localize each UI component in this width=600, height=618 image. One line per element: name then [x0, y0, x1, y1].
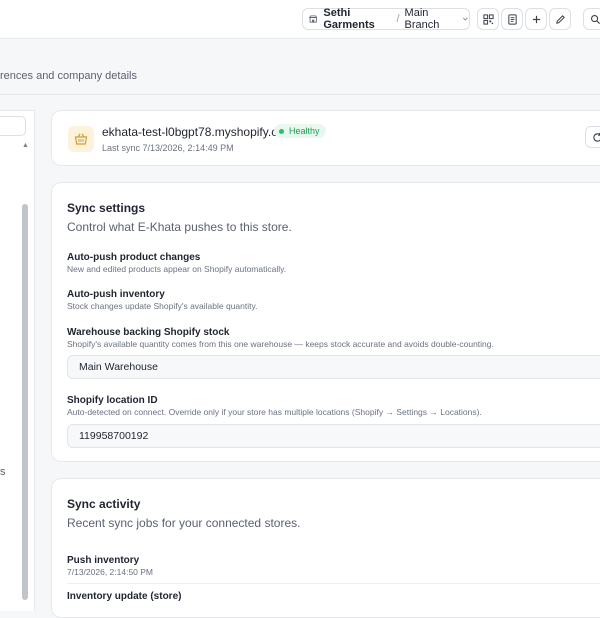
chevron-down-icon — [462, 15, 469, 23]
sync-settings-title: Sync settings — [67, 201, 145, 215]
sync-activity-description: Recent sync jobs for your connected stor… — [67, 516, 300, 530]
store-logo — [68, 126, 94, 152]
sync-settings-description: Control what E-Khata pushes to this stor… — [67, 220, 292, 234]
auto-push-inventory-help: Stock changes update Shopify's available… — [67, 301, 257, 311]
sync-settings-card: Sync settings Control what E-Khata pushe… — [51, 182, 600, 462]
store-domain: ekhata-test-l0bgpt78.myshopify.com — [102, 125, 294, 139]
invoice-button[interactable] — [501, 8, 523, 30]
activity-item-time: 7/13/2026, 2:14:50 PM — [67, 567, 153, 577]
auto-push-products-help: New and edited products appear on Shopif… — [67, 264, 286, 274]
scrollbar-thumb[interactable] — [22, 204, 28, 600]
add-button[interactable] — [525, 8, 547, 30]
company-name: Sethi Garments — [323, 7, 391, 31]
top-bar: Sethi Garments / Main Branch — [0, 0, 600, 39]
shopping-basket-icon — [74, 132, 88, 146]
activity-item-title: Inventory update (store) — [67, 591, 181, 602]
location-id-help: Auto-detected on connect. Override only … — [67, 407, 482, 417]
branch-switcher[interactable]: Sethi Garments / Main Branch — [302, 8, 470, 30]
left-panel-text-fragment: s — [0, 466, 6, 478]
warehouse-label: Warehouse backing Shopify stock — [67, 327, 229, 338]
sync-activity-card: Sync activity Recent sync jobs for your … — [51, 478, 600, 618]
receipt-icon — [507, 14, 518, 25]
activity-divider — [67, 583, 600, 584]
auto-push-inventory-label: Auto-push inventory — [67, 289, 165, 300]
edit-button[interactable] — [549, 8, 571, 30]
status-label: Healthy — [289, 126, 320, 136]
plus-icon — [531, 14, 542, 25]
header-divider — [0, 94, 600, 95]
status-dot-icon — [279, 129, 284, 134]
scan-button[interactable] — [477, 8, 499, 30]
warehouse-help: Shopify's available quantity comes from … — [67, 339, 494, 349]
page-subtitle: rences and company details — [0, 70, 137, 82]
activity-item-title: Push inventory — [67, 555, 139, 566]
store-icon — [309, 14, 317, 24]
refresh-button[interactable] — [585, 126, 600, 148]
scroll-up-arrow-icon[interactable]: ▲ — [22, 142, 29, 149]
qr-code-icon — [483, 14, 494, 25]
warehouse-select[interactable]: Main Warehouse — [67, 355, 600, 379]
branch-separator: / — [396, 13, 399, 25]
store-card: ekhata-test-l0bgpt78.myshopify.com Healt… — [51, 110, 600, 166]
auto-push-products-label: Auto-push product changes — [67, 252, 200, 263]
branch-name: Main Branch — [405, 7, 457, 31]
location-id-input[interactable]: 119958700192 — [67, 424, 600, 448]
search-button[interactable] — [583, 8, 600, 30]
refresh-icon — [592, 132, 600, 143]
status-badge: Healthy — [274, 124, 326, 138]
left-panel — [0, 110, 35, 611]
last-sync-time: Last sync 7/13/2026, 2:14:49 PM — [102, 143, 234, 153]
pencil-icon — [555, 14, 566, 25]
location-id-label: Shopify location ID — [67, 395, 158, 406]
left-search-input[interactable] — [0, 116, 26, 136]
search-icon — [590, 14, 600, 25]
sync-activity-title: Sync activity — [67, 497, 140, 511]
